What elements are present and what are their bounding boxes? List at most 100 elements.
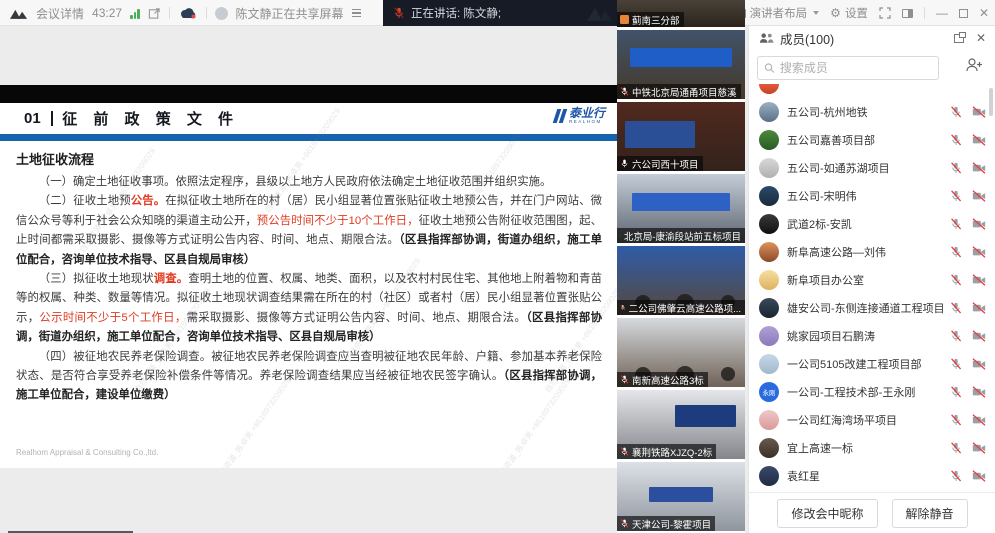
avatar xyxy=(759,354,779,374)
member-row[interactable]: 雄安公司-东侧连接通道工程项目向志良 xyxy=(749,294,995,322)
member-row[interactable]: 新阜高速公路—刘伟 xyxy=(749,238,995,266)
avatar xyxy=(759,270,779,290)
video-tile[interactable]: 天津公司-黎霍项目 xyxy=(617,462,745,531)
mic-muted-icon xyxy=(950,274,962,286)
layout-selector[interactable]: 演讲者布局 xyxy=(735,5,820,21)
video-tile[interactable]: 蓟南三分部 xyxy=(617,0,745,27)
mic-muted-icon xyxy=(620,447,629,456)
avatar: 永刚 xyxy=(759,382,779,402)
member-name: 袁红星 xyxy=(787,468,944,484)
rename-button[interactable]: 修改会中昵称 xyxy=(777,499,877,528)
camera-muted-icon xyxy=(972,414,986,426)
minimize-button[interactable]: — xyxy=(936,6,948,20)
settings-button[interactable]: ⚙ 设置 xyxy=(830,5,868,21)
app-logo-icon xyxy=(10,7,28,20)
speaking-indicator: 正在讲话: 陈文静; xyxy=(383,0,617,26)
avatar xyxy=(759,326,779,346)
close-button[interactable]: ✕ xyxy=(979,6,989,20)
mic-icon xyxy=(620,159,629,168)
member-row[interactable]: 新阜项目办公室 xyxy=(749,266,995,294)
member-row[interactable]: 一公司红海湾场平项目 xyxy=(749,406,995,434)
camera-muted-icon xyxy=(972,470,986,482)
mic-muted-icon xyxy=(950,442,962,454)
camera-muted-icon xyxy=(972,386,986,398)
member-name: 五公司-宋明伟 xyxy=(787,188,944,204)
member-row[interactable]: 姚家园项目石鹏涛 xyxy=(749,322,995,350)
projector-screen xyxy=(630,48,732,67)
chevron-down-icon xyxy=(813,11,819,15)
member-row[interactable]: 武道2标-安凯 xyxy=(749,210,995,238)
company-logo: 泰业行 REALHOM xyxy=(555,107,605,125)
member-row[interactable]: 一公司5105改建工程项目部 xyxy=(749,350,995,378)
close-panel-icon[interactable]: ✕ xyxy=(976,31,986,45)
member-row[interactable]: 五公司-宋明伟 xyxy=(749,182,995,210)
maximize-button[interactable] xyxy=(959,9,968,18)
member-row[interactable]: 永刚 一公司-工程技术部-王永刚 xyxy=(749,378,995,406)
cloud-record-icon[interactable] xyxy=(178,6,198,20)
camera-muted-icon xyxy=(972,302,986,314)
scrollbar-thumb[interactable] xyxy=(989,88,993,116)
member-name: 五公司-如通苏湖项目 xyxy=(787,160,944,176)
popout-window-icon[interactable] xyxy=(148,7,161,20)
video-tile[interactable]: 中铁北京局通甬项目慈溪 xyxy=(617,30,745,99)
sharer-avatar xyxy=(215,7,228,20)
slide: 01 征 前 政 策 文 件 泰业行 REALHOM 土地征收流程 （一）确定土… xyxy=(0,85,617,468)
mic-muted-icon xyxy=(950,134,962,146)
video-name-label: 襄荆铁路XJZQ-2标 xyxy=(617,444,716,459)
side-panel-toggle-icon[interactable] xyxy=(902,9,913,18)
video-tile[interactable]: 南新高速公路3标 xyxy=(617,318,745,387)
share-list-icon[interactable] xyxy=(352,7,361,19)
member-row[interactable]: 宜上高速一标 xyxy=(749,434,995,462)
member-row[interactable]: 五公司-如通苏湖项目 xyxy=(749,154,995,182)
search-input[interactable] xyxy=(780,61,932,75)
mic-muted-icon xyxy=(620,231,621,240)
member-row[interactable]: 袁红星 xyxy=(749,462,995,490)
projector-screen xyxy=(625,121,695,147)
avatar xyxy=(759,438,779,458)
video-tile[interactable]: 北京局-康渝段站前五标项目 xyxy=(617,174,745,243)
member-name: 雄安公司-东侧连接通道工程项目向志良 xyxy=(787,300,944,316)
camera-muted-icon xyxy=(972,274,986,286)
members-panel: 成员(100) ✕ 五公司-杭州地铁 五公司嘉善项目部 五公司-如通苏湖项目 xyxy=(748,26,995,533)
video-tile[interactable]: 六公司西十项目 xyxy=(617,102,745,171)
mic-muted-icon xyxy=(950,162,962,174)
member-name: 一公司5105改建工程项目部 xyxy=(787,356,944,372)
member-name: 五公司-杭州地铁 xyxy=(787,104,944,120)
slide-title-band: 01 征 前 政 策 文 件 泰业行 REALHOM xyxy=(0,103,617,134)
members-panel-title: 成员(100) xyxy=(780,29,834,48)
member-row[interactable]: 五公司-杭州地铁 xyxy=(749,98,995,126)
projector-screen xyxy=(649,487,713,502)
member-name: 姚家园项目石鹏涛 xyxy=(787,328,944,344)
mic-muted-icon xyxy=(620,519,629,528)
add-member-icon[interactable] xyxy=(965,58,983,72)
member-search[interactable] xyxy=(757,56,939,80)
member-name: 一公司-工程技术部-王永刚 xyxy=(787,384,944,400)
video-tile[interactable]: 二公司佛肇云高速公路项... xyxy=(617,246,745,315)
meeting-window: 会议详情 43:27 陈文静正在共享屏幕 xyxy=(0,0,995,533)
video-name-label: 蓟南三分部 xyxy=(617,12,684,27)
slide-paragraphs: （一）确定土地征收事项。依照法定程序，县级以上地方人民政府依法确定土地征收范围并… xyxy=(16,173,602,406)
video-name-label: 南新高速公路3标 xyxy=(617,372,708,387)
slide-footer-text: Realhom Appraisal & Consulting Co.,ltd. xyxy=(16,448,158,457)
member-row[interactable]: 五公司嘉善项目部 xyxy=(749,126,995,154)
video-tile[interactable]: 襄荆铁路XJZQ-2标 xyxy=(617,390,745,459)
video-name-label: 天津公司-黎霍项目 xyxy=(617,516,715,531)
member-list: 五公司-杭州地铁 五公司嘉善项目部 五公司-如通苏湖项目 五公司-宋明伟 武道2… xyxy=(749,84,995,492)
section-title: 征 前 政 策 文 件 xyxy=(62,108,239,129)
avatar xyxy=(759,158,779,178)
unmute-button[interactable]: 解除静音 xyxy=(892,499,968,528)
slide-paragraph: （四）被征地农民养老保险调查。被征地农民养老保险调查应当查明被征地农民年龄、户籍… xyxy=(16,348,602,406)
projector-screen xyxy=(675,405,736,427)
meeting-timer: 43:27 xyxy=(92,6,122,20)
gear-icon: ⚙ xyxy=(830,6,841,20)
camera-muted-icon xyxy=(972,190,986,202)
member-name: 宜上高速一标 xyxy=(787,440,944,456)
avatar xyxy=(759,84,779,94)
avatar xyxy=(759,298,779,318)
fullscreen-icon[interactable] xyxy=(879,7,891,19)
slide-heading: 土地征收流程 xyxy=(16,149,602,168)
video-name-label: 中铁北京局通甬项目慈溪 xyxy=(617,84,741,99)
meeting-details-button[interactable]: 会议详情 xyxy=(36,5,84,22)
camera-muted-icon xyxy=(972,358,986,370)
popout-panel-icon[interactable] xyxy=(954,34,964,43)
